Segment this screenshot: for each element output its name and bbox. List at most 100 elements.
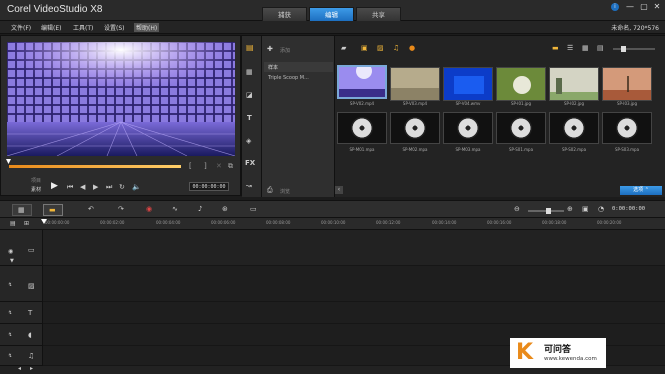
fit-project-icon[interactable]: ▣	[582, 205, 589, 213]
thumbnail-sp-s03[interactable]	[602, 112, 652, 144]
thumbnail-sp-v02[interactable]	[337, 65, 387, 99]
menu-file[interactable]: 文件(F)	[11, 23, 31, 32]
show-audio-icon[interactable]: ♫	[393, 44, 399, 52]
ruler-tick: 00:00:10:00	[321, 220, 346, 225]
zoom-slider[interactable]	[528, 208, 564, 214]
browse-icon[interactable]: ⎙	[267, 186, 273, 195]
record-capture-icon[interactable]: ◉	[146, 205, 152, 213]
thumbnail-sp-i03[interactable]	[602, 67, 652, 101]
tab-capture[interactable]: 捕获	[262, 7, 307, 21]
graphic-icon[interactable]: ◈	[246, 137, 251, 145]
repeat-icon[interactable]: ↻	[119, 183, 125, 191]
volume-icon[interactable]: 🔈	[132, 183, 141, 191]
slider-thumb[interactable]	[621, 46, 626, 52]
add-folder-icon[interactable]: ✚	[267, 45, 273, 53]
thumbnail-sp-s02[interactable]	[549, 112, 599, 144]
voice-visibility-icon[interactable]: ↯	[8, 332, 12, 338]
menu-settings[interactable]: 设置(S)	[104, 23, 125, 32]
mark-in-icon[interactable]: [	[189, 162, 192, 170]
scrubber-bar[interactable]	[9, 165, 181, 168]
thumbnail-sp-v03[interactable]	[390, 67, 440, 101]
thumbnail-sp-i02[interactable]	[549, 67, 599, 101]
mode-clip[interactable]: 素材	[31, 186, 41, 193]
next-frame-icon[interactable]: ▶	[93, 183, 98, 191]
list-view-icon[interactable]: ☰	[567, 44, 573, 52]
tab-share[interactable]: 共享	[356, 7, 401, 21]
scrubber-marker-icon[interactable]	[6, 159, 11, 164]
storyboard-view-button[interactable]: ▦	[12, 204, 32, 216]
minimize-button[interactable]: —	[624, 2, 636, 11]
scroll-right-icon[interactable]: ▸	[30, 365, 33, 372]
video-track[interactable]	[43, 230, 665, 266]
path-icon[interactable]: ↝	[246, 182, 252, 190]
zoom-out-icon[interactable]: ⊖	[514, 205, 520, 213]
thumbnail-sp-m01[interactable]	[337, 112, 387, 144]
thumbnail-size-slider[interactable]	[613, 46, 655, 52]
split-icon[interactable]: ✕	[216, 162, 222, 170]
timeline-toolbar: ▦ ▬ ↶ ↷ ◉ ∿ ♪ ⊛ ▭ ⊖ ⊕ ▣ ◔ 0:00:00:00	[0, 200, 665, 218]
restore-button[interactable]: ▢	[638, 2, 650, 11]
overlay-visibility-icon[interactable]: ↯	[8, 282, 12, 288]
options-button[interactable]: 选项 ⌃	[620, 186, 662, 195]
video-track-icon: ▭	[28, 246, 35, 254]
show-video-icon[interactable]: ▣	[361, 44, 368, 52]
close-button[interactable]: ✕	[651, 2, 663, 11]
mark-out-icon[interactable]: ]	[204, 162, 207, 170]
sound-mixer-icon[interactable]: ∿	[172, 205, 178, 213]
media-icon[interactable]: ▤	[246, 43, 254, 52]
thumbnail-view-icon[interactable]: ▦	[582, 44, 589, 52]
previous-frame-icon[interactable]: ◀	[80, 183, 85, 191]
info-icon[interactable]: i	[611, 3, 619, 11]
subtitle-editor-icon[interactable]: ▭	[250, 205, 257, 213]
scroll-left-icon[interactable]: ◂	[18, 365, 21, 372]
end-icon[interactable]: ⏭	[106, 183, 112, 192]
show-photo-icon[interactable]: ▨	[377, 44, 384, 52]
overlay-track[interactable]	[43, 266, 665, 302]
mode-project[interactable]: 项目	[31, 177, 41, 184]
title-track[interactable]	[43, 302, 665, 324]
redo-icon[interactable]: ↷	[118, 205, 124, 213]
thumbnail-sp-v04[interactable]	[443, 67, 493, 101]
thumbnail-sp-i01[interactable]	[496, 67, 546, 101]
add-folder-label[interactable]: 添加	[280, 47, 290, 54]
sort-icon[interactable]: ▬	[552, 44, 559, 52]
clock-icon: ◔	[598, 205, 605, 213]
timeline-ruler[interactable]: ▤ ⊞ 00:00:00:00 00:00:02:00 00:00:04:00 …	[0, 218, 665, 230]
details-view-icon[interactable]: ▤	[597, 44, 604, 52]
folder-item-triple-scoop[interactable]: Triple Scoop M...	[264, 73, 333, 83]
filter-icon[interactable]: FX	[245, 159, 255, 167]
home-icon[interactable]: ⏮	[67, 183, 73, 192]
track-manager-icon[interactable]: ▤	[10, 220, 16, 227]
auto-music-icon[interactable]: ♪	[198, 205, 202, 213]
collapse-icon[interactable]: ‹	[335, 186, 343, 194]
menu-help[interactable]: 帮助(H)	[134, 23, 160, 32]
play-icon[interactable]: ▶	[51, 181, 58, 191]
zoom-slider-thumb[interactable]	[546, 208, 551, 214]
ripple-editing-icon[interactable]: ▼	[10, 258, 14, 264]
track-visibility-icon[interactable]: ◉	[8, 248, 13, 255]
ruler-tick: 00:00:20:00	[597, 220, 622, 225]
undo-icon[interactable]: ↶	[88, 205, 94, 213]
menu-edit[interactable]: 编辑(E)	[41, 23, 61, 32]
motion-tracking-icon[interactable]: ⊛	[222, 205, 228, 213]
thumbnail-sp-s01[interactable]	[496, 112, 546, 144]
online-media-icon[interactable]: ●	[409, 44, 415, 52]
chapter-point-icon[interactable]: ⊞	[24, 220, 29, 227]
browse-label[interactable]: 浏览	[280, 188, 290, 195]
thumbnail-sp-m02[interactable]	[390, 112, 440, 144]
music-visibility-icon[interactable]: ↯	[8, 353, 12, 359]
enlarge-icon[interactable]: ⧉	[228, 162, 233, 171]
title-visibility-icon[interactable]: ↯	[8, 310, 12, 316]
folder-icon[interactable]: ▰	[341, 44, 346, 52]
instant-project-icon[interactable]: ▦	[246, 68, 253, 76]
menu-tools[interactable]: 工具(T)	[73, 23, 93, 32]
title-icon[interactable]: T	[247, 114, 252, 122]
zoom-in-icon[interactable]: ⊕	[567, 205, 573, 213]
thumbnail-sp-m03[interactable]	[443, 112, 493, 144]
transition-icon[interactable]: ◪	[246, 91, 253, 99]
timeline-view-button[interactable]: ▬	[43, 204, 63, 216]
tab-edit[interactable]: 编辑	[309, 7, 354, 21]
title-bar: Corel VideoStudio X8 捕获 编辑 共享 i — ▢ ✕	[0, 0, 665, 21]
folder-item-samples[interactable]: 样本	[264, 62, 333, 72]
timecode-display[interactable]: 00:00:00:00	[189, 182, 229, 191]
